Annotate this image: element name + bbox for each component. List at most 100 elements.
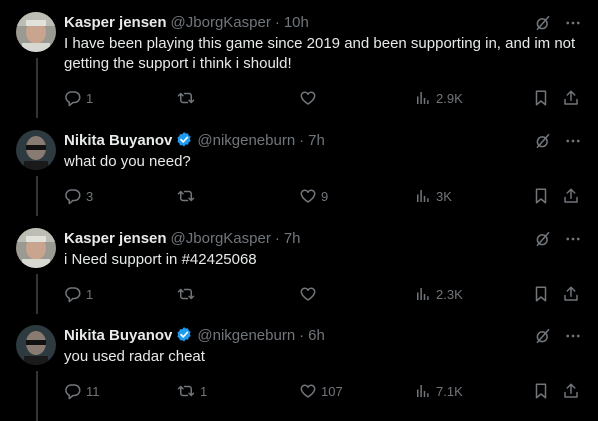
tweet-text: I have been playing this game since 2019… <box>64 35 576 72</box>
bookmark-button[interactable] <box>532 89 550 107</box>
share-icon <box>564 90 578 105</box>
tweet-1[interactable]: Kasper jensen @JborgKasper · 10h I have … <box>0 0 598 107</box>
retweet-icon <box>177 385 195 397</box>
avatar-image <box>16 325 56 365</box>
tweet-text: you used radar cheat <box>64 348 205 365</box>
views-button[interactable]: 2.3K <box>414 285 463 303</box>
like-button[interactable]: 107 <box>299 382 343 400</box>
grok-icon[interactable] <box>534 132 552 150</box>
view-count: 2.9K <box>436 90 463 106</box>
author-name[interactable]: Nikita Buyanov <box>64 327 172 344</box>
views-button[interactable]: 2.9K <box>414 89 463 107</box>
reply-count: 11 <box>86 383 100 399</box>
tweet-timestamp[interactable]: 10h <box>284 14 309 31</box>
thread-line <box>36 58 38 98</box>
reply-button[interactable]: 3 <box>64 187 93 205</box>
author-handle[interactable]: @JborgKasper <box>171 14 271 31</box>
view-count: 7.1K <box>436 383 463 399</box>
views-icon <box>417 92 429 104</box>
thread-line <box>36 293 38 313</box>
views-icon <box>417 288 429 300</box>
share-button[interactable] <box>562 187 580 205</box>
reply-icon <box>65 189 81 205</box>
like-button[interactable] <box>299 89 321 107</box>
bookmark-button[interactable] <box>532 285 550 303</box>
author-handle[interactable]: @nikgeneburn <box>197 327 295 344</box>
bookmark-icon <box>535 188 547 204</box>
bookmark-button[interactable] <box>532 382 550 400</box>
tweet-timestamp[interactable]: 7h <box>308 132 325 149</box>
author-name[interactable]: Nikita Buyanov <box>64 132 172 149</box>
more-icon[interactable] <box>564 14 582 32</box>
thread-line <box>36 196 38 216</box>
reply-button[interactable]: 1 <box>64 285 93 303</box>
reply-count: 3 <box>86 188 94 204</box>
grok-icon[interactable] <box>534 327 552 345</box>
view-count: 2.3K <box>436 286 463 302</box>
reply-count: 1 <box>86 286 94 302</box>
avatar-nikita[interactable] <box>16 130 56 170</box>
tweet-text: what do you need? <box>64 153 191 170</box>
author-handle[interactable]: @nikgeneburn <box>197 132 295 149</box>
like-button[interactable]: 9 <box>299 187 328 205</box>
separator-dot: · <box>274 13 280 31</box>
views-icon <box>417 385 429 397</box>
tweet-text: i Need support in #42425068 <box>64 251 257 268</box>
retweet-icon <box>177 92 195 104</box>
verified-badge-icon[interactable] <box>175 131 193 149</box>
like-icon <box>300 189 316 203</box>
thread-line <box>36 371 38 421</box>
views-icon <box>417 190 429 202</box>
more-icon[interactable] <box>564 327 582 345</box>
more-icon[interactable] <box>564 132 582 150</box>
retweet-button[interactable] <box>176 187 200 205</box>
avatar-kasper[interactable] <box>16 228 56 268</box>
separator-dot: · <box>299 326 305 344</box>
grok-icon[interactable] <box>534 14 552 32</box>
author-name[interactable]: Kasper jensen <box>64 14 167 31</box>
more-icon[interactable] <box>564 230 582 248</box>
reply-icon <box>65 287 81 303</box>
separator-dot: · <box>299 131 305 149</box>
retweet-button[interactable] <box>176 89 200 107</box>
like-button[interactable] <box>299 285 321 303</box>
share-icon <box>564 286 578 301</box>
author-name[interactable]: Kasper jensen <box>64 230 167 247</box>
retweet-count: 1 <box>200 383 208 399</box>
views-button[interactable]: 7.1K <box>414 382 463 400</box>
tweet-4[interactable]: Nikita Buyanov @nikgeneburn · 6h you use… <box>0 293 598 421</box>
avatar-kasper[interactable] <box>16 12 56 52</box>
avatar-nikita[interactable] <box>16 325 56 365</box>
grok-icon[interactable] <box>534 230 552 248</box>
reply-icon <box>65 384 81 400</box>
share-icon <box>564 383 578 398</box>
share-button[interactable] <box>562 285 580 303</box>
view-count: 3K <box>436 188 452 204</box>
retweet-button[interactable] <box>176 285 200 303</box>
avatar-image <box>16 228 56 268</box>
bookmark-icon <box>535 286 547 302</box>
author-handle[interactable]: @JborgKasper <box>171 230 271 247</box>
tweet-timestamp[interactable]: 6h <box>308 327 325 344</box>
reply-count: 1 <box>86 90 94 106</box>
views-button[interactable]: 3K <box>414 187 452 205</box>
like-count: 107 <box>321 383 343 399</box>
thread-line <box>36 98 38 118</box>
tweet-3[interactable]: Kasper jensen @JborgKasper · 7h i Need s… <box>0 196 598 314</box>
like-count: 9 <box>321 188 329 204</box>
retweet-button[interactable]: 1 <box>176 382 207 400</box>
reply-button[interactable]: 1 <box>64 89 93 107</box>
avatar-image <box>16 12 56 52</box>
bookmark-icon <box>535 90 547 106</box>
reply-icon <box>65 91 81 107</box>
share-button[interactable] <box>562 382 580 400</box>
retweet-icon <box>177 190 195 202</box>
verified-badge-icon[interactable] <box>175 326 193 344</box>
bookmark-button[interactable] <box>532 187 550 205</box>
reply-button[interactable]: 11 <box>64 382 100 400</box>
share-button[interactable] <box>562 89 580 107</box>
tweet-timestamp[interactable]: 7h <box>284 230 301 247</box>
bookmark-icon <box>535 383 547 399</box>
avatar-image <box>16 130 56 170</box>
tweet-2[interactable]: Nikita Buyanov @nikgeneburn · 7h what do… <box>0 98 598 216</box>
